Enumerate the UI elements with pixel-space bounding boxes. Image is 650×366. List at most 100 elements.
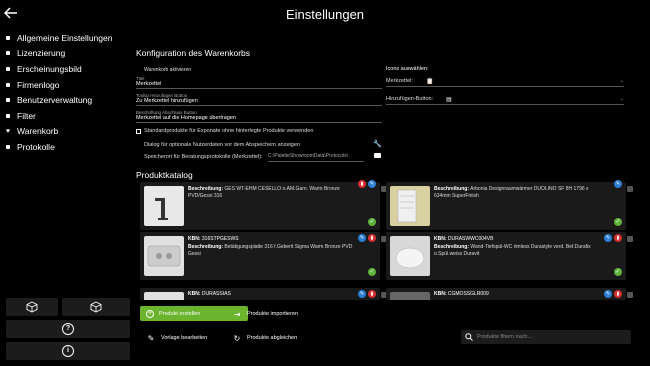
delete-icon[interactable]: ▮ [368,234,376,242]
user-icon [4,96,12,104]
list-icon-label: Merkzettel: [386,78,413,84]
product-card[interactable]: Beschreibung: GES WT-EHM CESELLO o.AM.Ga… [140,180,380,230]
select-checkbox[interactable] [627,292,633,298]
icons-title: Icons auswählen: [386,66,429,72]
pencil-icon: ✎ [147,333,155,343]
box-open-button[interactable] [62,298,130,316]
product-card[interactable]: KBN: 316STPGESWS Beschreibung: Betätigun… [140,232,380,280]
top-bar: Einstellungen [0,0,650,32]
sidebar-item-cart[interactable]: ♥ Warenkorb [0,124,135,140]
sidebar-item-label: Benutzerverwaltung [17,95,93,106]
bullet-icon [4,34,12,42]
standard-products-option[interactable]: Standardprodukte für Exponate ohne hinte… [136,128,313,134]
import-icon: ⇥ [233,309,241,319]
sidebar-item-label: Firmenlogo [17,79,60,90]
finish-field-value: Merkzettel auf die Homepage übertragen [136,115,236,121]
product-description: Beschreibung: GES WT-EHM CESELLO o.AM.Ga… [188,186,340,199]
sidebar-item-licensing[interactable]: Lizenzierung [0,46,135,62]
sidebar-item-logo[interactable]: Firmenlogo [0,77,135,93]
storage-path-field[interactable]: C:\PaletteShowroomData\Protocols\ [268,153,364,162]
folder-icon[interactable] [374,153,381,158]
product-image-radiator [390,186,430,226]
list-icon-select[interactable]: Merkzettel: 📋 ⌄ [386,76,624,87]
product-kbn: KBN: CGMOSSGLR009 [434,291,489,297]
search-placeholder: Produkte filtern nach... [477,334,533,340]
product-kbn: KBN: DURASSIAS [188,291,231,297]
sidebar-item-label: Warenkorb [17,126,59,137]
sidebar-item-protocols[interactable]: Protokolle [0,139,135,155]
filter-icon [4,112,12,120]
box-button[interactable] [6,298,58,316]
bullet-icon [4,49,12,57]
delete-icon[interactable]: ▮ [368,290,376,298]
tooltip-field-value: Zu Merkzettel hinzufügen [136,98,198,104]
product-card[interactable]: KBN: CGMOSSGLR009 ✎ ▮ [386,288,626,300]
sync-products-label: Produkte abgleichen [247,335,298,341]
sidebar-item-appearance[interactable]: Erscheinungsbild [0,61,135,77]
chevron-down-icon: ⌄ [619,96,624,102]
refresh-icon: ↻ [233,333,241,343]
cube-icon [90,301,102,313]
standard-products-label: Standardprodukte für Exponate ohne hinte… [144,128,314,134]
sidebar-item-general[interactable]: Allgemeine Einstellungen [0,30,135,46]
tooltip-field[interactable]: Tooltip Hinzufügen Button Zu Merkzettel … [136,93,382,106]
edit-template-button[interactable]: ✎ Vorlage bearbeiten [146,333,208,343]
edit-icon[interactable]: ✎ [368,180,376,188]
finish-field[interactable]: Beschriftung Abschluss Button Merkzettel… [136,110,382,123]
select-checkbox[interactable] [627,186,633,192]
delete-icon[interactable]: ▮ [358,180,366,188]
delete-icon[interactable]: ▮ [614,290,622,298]
sidebar-item-label: Allgemeine Einstellungen [17,32,113,43]
plus-circle-icon: + [146,309,154,318]
checkbox[interactable] [136,128,141,134]
product-card[interactable]: Beschreibung: Arbonia Designraumwärmer D… [386,180,626,230]
product-description: Beschreibung: Arbonia Designraumwärmer D… [434,186,589,199]
edit-icon[interactable]: ✎ [604,234,612,242]
product-card[interactable]: KBN: DURASWWC004VB Beschreibung: Wand-Ti… [386,232,626,280]
heart-icon: ♥ [5,127,11,135]
help-button[interactable]: ? [6,320,130,338]
edit-icon[interactable]: ✎ [358,290,366,298]
import-products-button[interactable]: ⇥ Produkte importieren [232,309,298,319]
product-kbn: KBN: 316STPGESWS [188,236,239,242]
product-card[interactable]: KBN: DURASSIAS ✎ ▮ [140,288,380,300]
bullet-icon [4,143,12,151]
edit-icon[interactable]: ✎ [358,234,366,242]
select-checkbox[interactable] [627,236,633,242]
info-button[interactable]: i [6,342,130,360]
sync-products-button[interactable]: ↻ Produkte abgleichen [232,333,298,343]
edit-icon[interactable]: ✎ [604,290,612,298]
bullet-icon [4,65,12,73]
storage-path-value: C:\PaletteShowroomData\Protocols\ [268,153,349,159]
title-field-value: Merkzettel [136,81,162,87]
storage-label: Speicherort für Beratungsprotokolle (Mer… [144,154,263,160]
sidebar-item-label: Erscheinungsbild [17,63,82,74]
check-icon: ✓ [368,268,376,276]
sidebar-item-label: Filter [17,110,36,121]
cube-icon [26,301,38,313]
add-icon-label: Hinzufügen-Button: [386,96,434,102]
page-title: Einstellungen [285,7,365,22]
sidebar-item-filter[interactable]: Filter [0,108,135,124]
product-filter-input[interactable]: Produkte filtern nach... [461,330,631,344]
add-icon-select[interactable]: Hinzufügen-Button: ▤ ⌄ [386,94,624,105]
sidebar: Allgemeine Einstellungen Lizenzierung Er… [0,30,135,155]
wrench-icon[interactable]: 🔧 [373,140,382,148]
sidebar-item-label: Lizenzierung [17,48,66,59]
product-image-faucet [144,186,184,226]
sidebar-item-label: Protokolle [17,141,55,152]
product-image-flush-plate [144,236,184,276]
sidebar-item-users[interactable]: Benutzerverwaltung [0,92,135,108]
cart-enable-label: Warenkorb aktivieren [144,67,192,73]
product-image-toilet [390,236,430,276]
edit-icon[interactable]: ✎ [614,180,622,188]
title-field[interactable]: Titel Merkzettel [136,76,382,89]
product-description: Beschreibung: Wand-Tiefspül-WC rimless D… [434,244,591,257]
import-products-label: Produkte importieren [247,311,299,317]
check-icon: ✓ [614,268,622,276]
chevron-down-icon: ⌄ [619,78,624,84]
catalog-title: Produktkatalog [136,170,193,180]
check-icon: ✓ [614,218,622,226]
product-image [144,292,184,300]
delete-icon[interactable]: ▮ [614,234,622,242]
